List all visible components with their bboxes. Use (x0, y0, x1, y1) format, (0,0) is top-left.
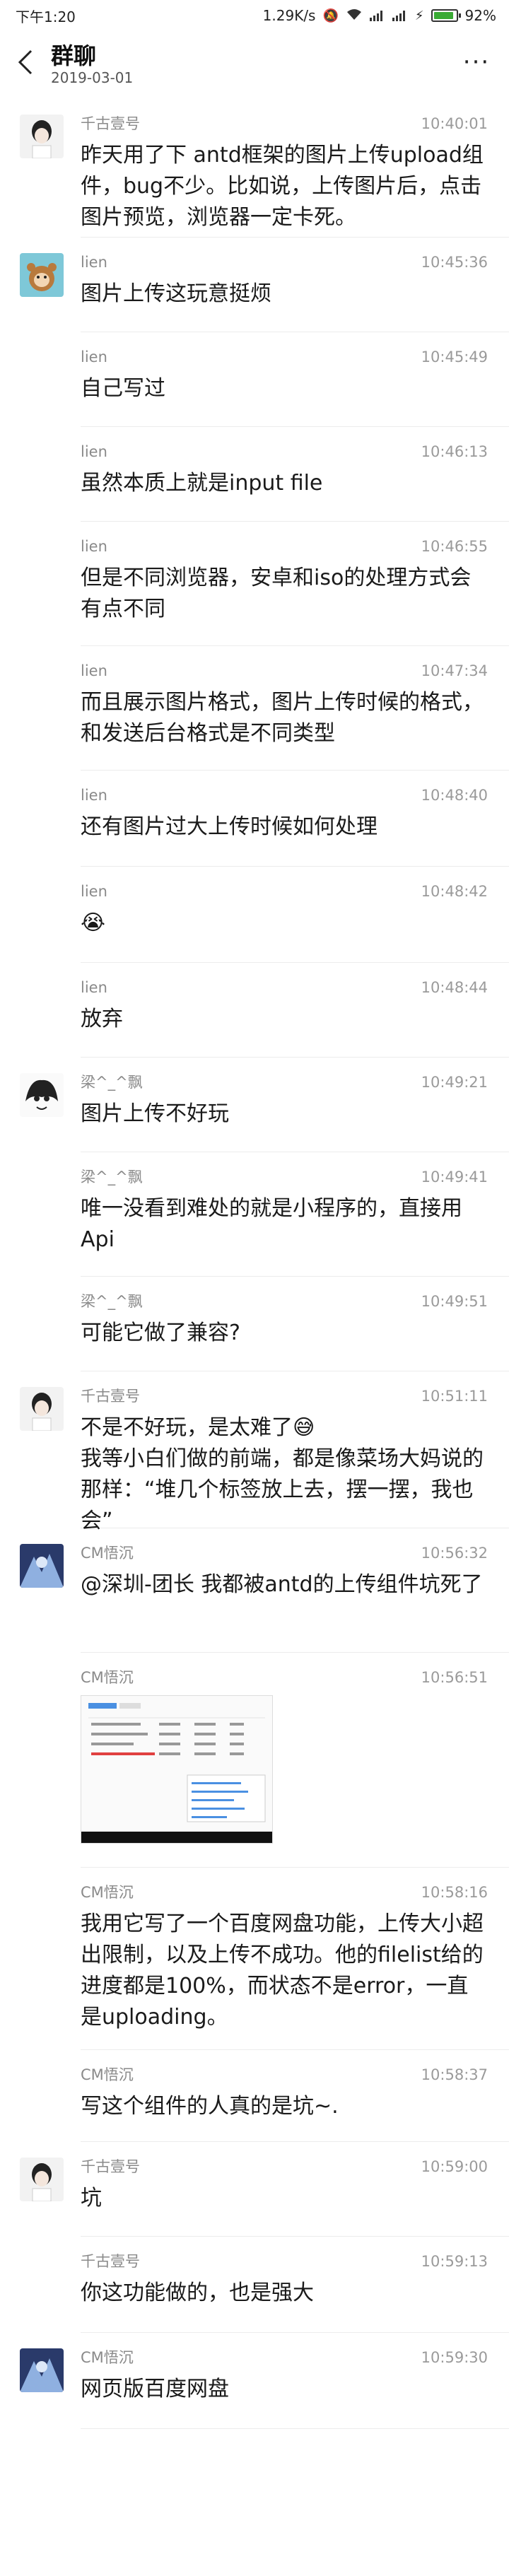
avatar[interactable] (20, 1387, 64, 1431)
message-text: 还有图片过大上传时候如何处理 (81, 814, 378, 839)
message-time: 10:56:32 (421, 1545, 488, 1562)
image-attachment[interactable] (81, 1695, 273, 1844)
message-text: 昨天用了下 antd框架的图片上传upload组件，bug不少。比如说，上传图片… (81, 143, 484, 230)
avatar[interactable] (20, 1073, 64, 1117)
message-item: lien 10:48:40 还有图片过大上传时候如何处理 (81, 771, 509, 867)
signal-icon (369, 10, 385, 21)
message-time: 10:58:37 (421, 2066, 488, 2083)
signal-icon-2 (392, 10, 408, 21)
wifi-icon (346, 7, 363, 24)
message-text: 可能它做了兼容? (81, 1321, 240, 1345)
battery-percent: 92% (464, 7, 496, 24)
message-time: 10:51:11 (421, 1388, 488, 1405)
message-item: CM悟沉 10:58:16 我用它写了一个百度网盘功能，上传大小超出限制，以及上… (81, 1868, 509, 2050)
message-list: 千古壹号 10:40:01 昨天用了下 antd框架的图片上传upload组件，… (0, 99, 509, 2429)
message-text: 坑 (81, 2186, 102, 2211)
message-item: lien 10:48:42 😭 (81, 867, 509, 963)
message-text: 写这个组件的人真的是坑~. (81, 2094, 339, 2119)
back-button[interactable] (11, 41, 40, 83)
more-dots-icon: ··· (462, 48, 491, 76)
avatar[interactable] (20, 2158, 64, 2201)
message-text: 图片上传这玩意挺烦 (81, 281, 271, 306)
message-item: lien 10:46:55 但是不同浏览器，安卓和iso的处理方式会有点不同 (81, 522, 509, 646)
avatar[interactable] (20, 115, 64, 158)
message-item: 千古壹号 10:51:11 不是不好玩，是太难了😅 我等小白们做的前端，都是像菜… (20, 1371, 509, 1533)
message-time: 10:49:41 (421, 1169, 488, 1185)
message-item: 千古壹号 10:40:01 昨天用了下 antd框架的图片上传upload组件，… (20, 99, 509, 238)
avatar[interactable] (20, 2348, 64, 2392)
more-button[interactable]: ··· (461, 49, 492, 75)
message-text: 而且展示图片格式，图片上传时候的格式，和发送后台格式是不同类型 (81, 690, 484, 746)
message-time: 10:58:16 (421, 1884, 488, 1901)
message-text: 我用它写了一个百度网盘功能，上传大小超出限制，以及上传不成功。他的filelis… (81, 1911, 484, 2030)
status-time: 下午1:20 (16, 8, 76, 25)
message-time: 10:48:44 (421, 979, 488, 996)
message-item: lien 10:45:36 图片上传这玩意挺烦 (20, 238, 509, 332)
avatar[interactable] (20, 253, 64, 297)
message-item: 千古壹号 10:59:00 坑 (20, 2142, 509, 2237)
network-speed: 1.29K/s (262, 7, 316, 24)
message-time: 10:40:01 (421, 115, 488, 132)
message-text: 唯一没看到难处的就是小程序的，直接用Api (81, 1196, 462, 1252)
message-time: 10:48:42 (421, 883, 488, 900)
message-item: CM悟沉 10:56:51 (81, 1653, 509, 1868)
message-item: lien 10:46:13 虽然本质上就是input file (81, 427, 509, 522)
avatar[interactable] (20, 1544, 64, 1588)
mute-icon: 🔕 (322, 8, 339, 23)
message-time: 10:59:13 (421, 2253, 488, 2270)
message-text: 不是不好玩，是太难了😅 我等小白们做的前端，都是像菜场大妈说的那样：“堆几个标签… (81, 1415, 484, 1533)
message-time: 10:46:13 (421, 443, 488, 460)
message-text: 你这功能做的，也是强大 (81, 2281, 314, 2305)
chat-date: 2019-03-01 (51, 69, 134, 86)
status-indicators: 1.29K/s 🔕 ⚡ 92% (263, 7, 496, 24)
message-time: 10:47:34 (421, 662, 488, 679)
message-item: 梁^_^飘 10:49:51 可能它做了兼容? (81, 1277, 509, 1371)
message-time: 10:49:51 (421, 1293, 488, 1310)
message-text: 图片上传不好玩 (81, 1101, 229, 1126)
status-bar: 下午1:20 1.29K/s 🔕 ⚡ 92% (0, 0, 509, 31)
message-item: 千古壹号 10:59:13 你这功能做的，也是强大 (81, 2237, 509, 2333)
battery-icon (431, 9, 461, 22)
message-text: @深圳-团长 我都被antd的上传组件坑死了 (81, 1572, 483, 1597)
message-text: 但是不同浏览器，安卓和iso的处理方式会有点不同 (81, 566, 472, 621)
chevron-left-icon (18, 49, 33, 75)
message-text: 自己写过 (81, 376, 165, 401)
message-time: 10:48:40 (421, 787, 488, 804)
message-item: 梁^_^飘 10:49:41 唯一没看到难处的就是小程序的，直接用Api (81, 1152, 509, 1277)
message-item: CM悟沉 10:58:37 写这个组件的人真的是坑~. (81, 2050, 509, 2142)
message-time: 10:59:00 (421, 2158, 488, 2175)
message-time: 10:56:51 (421, 1669, 488, 1686)
image-footer-bar (81, 1832, 272, 1843)
message-item: CM悟沉 10:56:32 @深圳-团长 我都被antd的上传组件坑死了 (20, 1528, 509, 1653)
nav-bar: 群聊 2019-03-01 ··· (0, 31, 509, 95)
message-text: 放弃 (81, 1007, 123, 1031)
message-item: lien 10:47:34 而且展示图片格式，图片上传时候的格式，和发送后台格式… (81, 646, 509, 771)
message-item: CM悟沉 10:59:30 网页版百度网盘 (20, 2333, 509, 2429)
message-item: lien 10:48:44 放弃 (81, 963, 509, 1058)
message-text: 虽然本质上就是input file (81, 471, 323, 496)
message-item: lien 10:45:49 自己写过 (81, 332, 509, 427)
message-item: 梁^_^飘 10:49:21 图片上传不好玩 (20, 1058, 509, 1152)
message-time: 10:59:30 (421, 2349, 488, 2366)
chat-title: 群聊 (51, 42, 97, 69)
crying-emoji: 😭 (81, 911, 106, 935)
message-time: 10:45:36 (421, 254, 488, 271)
message-time: 10:45:49 (421, 349, 488, 365)
charging-icon: ⚡ (414, 8, 424, 23)
message-time: 10:46:55 (421, 538, 488, 555)
message-text: 网页版百度网盘 (81, 2377, 229, 2401)
battery-fill (433, 12, 454, 19)
message-time: 10:49:21 (421, 1074, 488, 1091)
